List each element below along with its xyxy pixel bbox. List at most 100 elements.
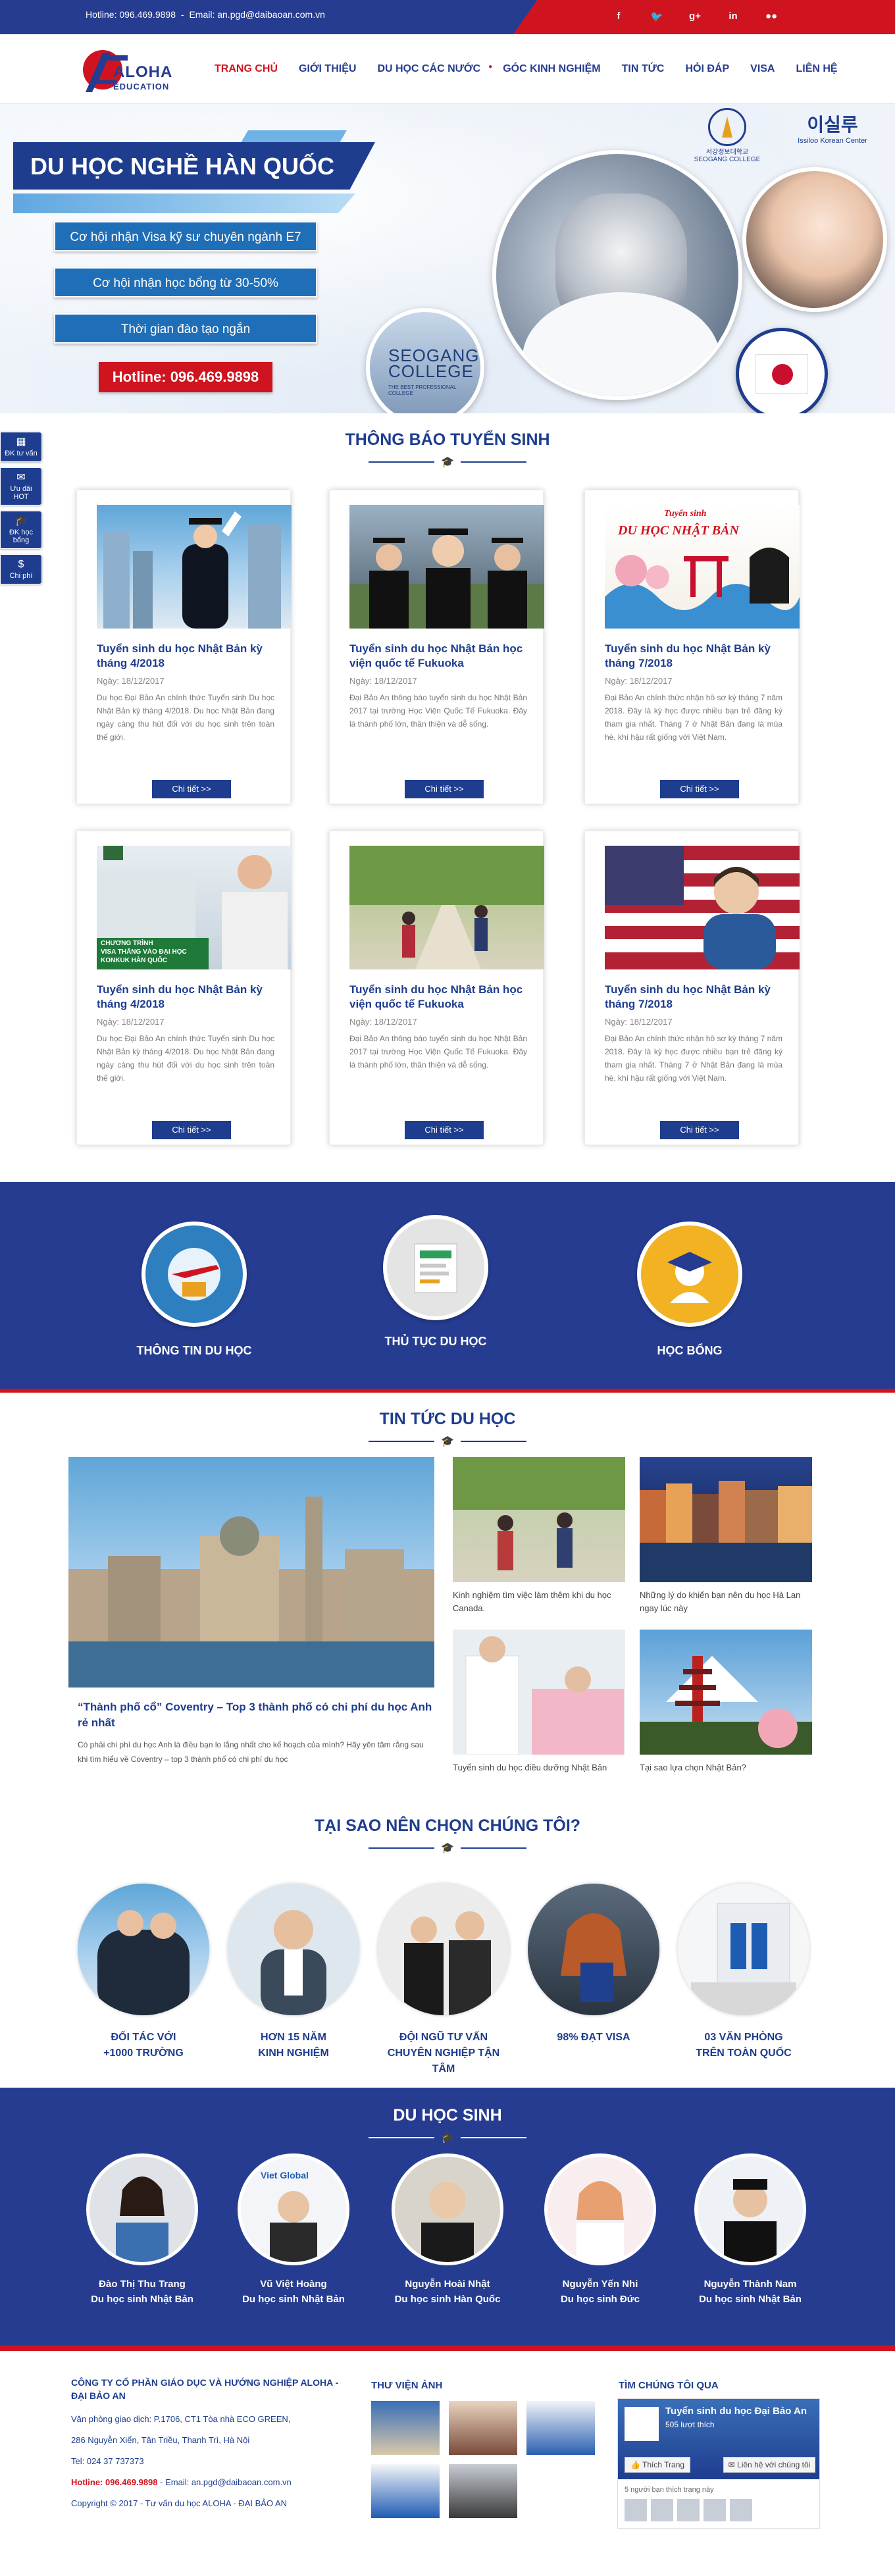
service-label-info[interactable]: THÔNG TIN DU HỌC — [109, 1344, 280, 1358]
admission-card[interactable]: CHƯƠNG TRÌNH VISA THẲNG VÀO ĐẠI HỌC KONK… — [76, 831, 292, 1145]
card-banner-text: CHƯƠNG TRÌNH VISA THẲNG VÀO ĐẠI HỌC KONK… — [101, 939, 187, 965]
hero-banner[interactable]: DU HỌC NGHỀ HÀN QUỐC Cơ hội nhận Visa kỹ… — [0, 104, 895, 413]
facebook-page-logo — [625, 2407, 659, 2441]
top-email[interactable]: Email: an.pgd@daibaoan.com.vn — [189, 9, 324, 20]
gallery-thumb[interactable] — [371, 2464, 440, 2518]
nav-news[interactable]: TIN TỨC — [611, 63, 675, 75]
card-more-button[interactable]: Chi tiết >> — [405, 780, 484, 798]
nav-experience[interactable]: GÓC KINH NGHIỆM — [492, 63, 611, 75]
facebook-like-button[interactable]: 👍 Thích Trang — [625, 2457, 690, 2473]
hero-point-1: Cơ hội nhận Visa kỹ sư chuyên ngành E7 — [54, 221, 317, 251]
facebook-widget[interactable]: Tuyển sinh du học Đại Bảo An 505 lượt th… — [617, 2398, 820, 2529]
gallery-thumb[interactable] — [449, 2401, 517, 2455]
google-plus-icon[interactable]: g+ — [688, 11, 702, 22]
admission-card[interactable]: Tuyển sinh du học Nhật Bản kỳ tháng 7/20… — [584, 831, 800, 1145]
hero-title-bar: DU HỌC NGHỀ HÀN QUỐC — [13, 142, 375, 190]
procedure-icon[interactable] — [383, 1215, 488, 1320]
student-photo — [694, 2153, 806, 2265]
hero-title: DU HỌC NGHỀ HÀN QUỐC — [30, 153, 335, 180]
news-item-title[interactable]: Những lý do khiến bạn nên du học Hà Lan … — [640, 1589, 812, 1615]
card-title[interactable]: Tuyển sinh du học Nhật Bản học viện quốc… — [349, 983, 527, 1012]
facebook-friend-faces — [625, 2499, 752, 2521]
news-title: TIN TỨC DU HỌC — [379, 1410, 516, 1428]
card-more-button[interactable]: Chi tiết >> — [660, 780, 739, 798]
card-more-button[interactable]: Chi tiết >> — [660, 1121, 739, 1139]
top-hotline[interactable]: Hotline: 096.469.9898 — [86, 9, 176, 20]
news-divider: 🎓 — [369, 1435, 526, 1448]
news-featured-title[interactable]: “Thành phố cổ” Coventry – Top 3 thành ph… — [78, 1699, 433, 1731]
nav-faq[interactable]: HỎI ĐÁP — [675, 63, 740, 75]
hero-hotline[interactable]: Hotline: 096.469.9898 — [99, 362, 272, 392]
card-title[interactable]: Tuyển sinh du học Nhật Bản học viện quốc… — [349, 642, 527, 671]
news-item[interactable]: Tuyển sinh du học điều dưỡng Nhật Bản — [453, 1630, 625, 1774]
card-desc: Đại Bảo An thông báo tuyển sinh du học N… — [349, 693, 527, 729]
footer-email[interactable]: - Email: an.pgd@daibaoan.com.vn — [158, 2477, 292, 2487]
news-featured-desc: Có phải chi phí du học Anh là điều bạn l… — [78, 1740, 424, 1764]
student-card[interactable]: Nguyễn Hoài Nhật Du học sinh Hàn Quốc — [382, 2153, 513, 2305]
news-item[interactable]: Kinh nghiệm tìm việc làm thêm khi du học… — [453, 1457, 625, 1615]
quick-scholarship-button[interactable]: 🎓 ĐK học bổng — [0, 511, 42, 549]
admission-title: THÔNG BÁO TUYỂN SINH — [345, 430, 550, 449]
card-title[interactable]: Tuyển sinh du học Nhật Bản kỳ tháng 4/20… — [97, 983, 274, 1012]
linkedin-icon[interactable]: in — [727, 11, 740, 22]
facebook-contact-button[interactable]: ✉ Liên hệ với chúng tôi — [723, 2457, 815, 2473]
news-item-title[interactable]: Tuyển sinh du học điều dưỡng Nhật Bản — [453, 1761, 625, 1774]
news-item-title[interactable]: Kinh nghiệm tìm việc làm thêm khi du học… — [453, 1589, 625, 1615]
card-title[interactable]: Tuyển sinh du học Nhật Bản kỳ tháng 7/20… — [605, 642, 782, 671]
site-logo[interactable]: ALOHA EDUCATION — [79, 41, 178, 97]
japan-pagoda-photo — [640, 1656, 812, 1755]
card-more-button[interactable]: Chi tiết >> — [405, 1121, 484, 1139]
issiloo-logo-text: Issiloo Korean Center — [798, 137, 867, 145]
footer: CÔNG TY CỔ PHẦN GIÁO DỤC VÀ HƯỚNG NGHIỆP… — [0, 2351, 895, 2576]
news-thumb — [640, 1630, 812, 1755]
card-more-button[interactable]: Chi tiết >> — [152, 1121, 231, 1139]
facebook-friends: 5 người bạn thích trang này — [625, 2486, 714, 2494]
nav-home[interactable]: TRANG CHỦ — [204, 63, 288, 75]
student-role: Du học sinh Đức — [560, 2294, 640, 2305]
admission-card[interactable]: Tuyển sinh du học Nhật Bản học viện quốc… — [329, 831, 544, 1145]
news-item-title[interactable]: Tại sao lựa chọn Nhật Bản? — [640, 1761, 812, 1774]
admission-card[interactable]: Tuyển sinh du học Nhật Bản kỳ tháng 4/20… — [76, 490, 292, 804]
footer-tel[interactable]: Tel: 024 37 737373 — [71, 2451, 347, 2472]
quick-offer-button[interactable]: ✉ Ưu đãi HOT — [0, 467, 42, 505]
nav-contact[interactable]: LIÊN HỆ — [785, 63, 848, 75]
service-label-procedure[interactable]: THỦ TỤC DU HỌC — [350, 1335, 521, 1349]
admission-card[interactable]: Tuyển sinh DU HỌC NHẬT BẢN Tuyển sinh du… — [584, 490, 800, 804]
service-label-scholarship[interactable]: HỌC BỔNG — [604, 1344, 775, 1358]
news-thumb — [640, 1457, 812, 1582]
student-card[interactable]: Đào Thị Thu Trang Du học sinh Nhật Bản — [76, 2153, 208, 2305]
nav-study-abroad[interactable]: DU HỌC CÁC NƯỚC — [367, 63, 491, 75]
card-title[interactable]: Tuyển sinh du học Nhật Bản kỳ tháng 4/20… — [97, 642, 274, 671]
quick-scholarship-label: ĐK học bổng — [9, 528, 34, 544]
graduate-photo — [103, 511, 281, 629]
twitter-icon[interactable]: 🐦 — [650, 11, 663, 22]
student-card[interactable]: Nguyễn Thành Nam Du học sinh Nhật Bản — [684, 2153, 816, 2305]
plane-globe-icon — [168, 1248, 220, 1301]
student-card[interactable]: Nguyễn Yến Nhi Du học sinh Đức — [534, 2153, 666, 2305]
nav-visa[interactable]: VISA — [740, 63, 785, 75]
coventry-city-photo — [68, 1497, 434, 1687]
card-date: Ngày: 18/12/2017 — [605, 676, 673, 686]
card-more-button[interactable]: Chi tiết >> — [152, 780, 231, 798]
why-photo — [678, 1884, 809, 2015]
quick-cost-button[interactable]: $ Chi phí — [0, 554, 42, 584]
news-item[interactable]: Những lý do khiến bạn nên du học Hà Lan … — [640, 1457, 812, 1615]
footer-hotline[interactable]: Hotline: 096.469.9898 — [71, 2477, 158, 2487]
study-info-icon[interactable] — [141, 1222, 247, 1327]
scholarship-icon[interactable] — [637, 1222, 742, 1327]
facebook-icon[interactable]: f — [612, 11, 625, 22]
admission-card[interactable]: Tuyển sinh du học Nhật Bản học viện quốc… — [329, 490, 544, 804]
news-item[interactable]: Tại sao lựa chọn Nhật Bản? — [640, 1630, 812, 1774]
japan-flag-icon — [755, 354, 808, 394]
news-featured-image[interactable] — [68, 1457, 434, 1687]
gallery-thumb[interactable] — [449, 2464, 517, 2518]
student-photo — [86, 2153, 198, 2265]
card-title[interactable]: Tuyển sinh du học Nhật Bản kỳ tháng 7/20… — [605, 983, 782, 1012]
nav-about[interactable]: GIỚI THIỆU — [288, 63, 367, 75]
gallery-thumb[interactable] — [371, 2401, 440, 2455]
flickr-icon[interactable]: ●● — [765, 11, 778, 22]
facebook-page-name[interactable]: Tuyển sinh du học Đại Bảo An — [665, 2406, 807, 2417]
gallery-thumb[interactable] — [526, 2401, 595, 2455]
student-image — [523, 292, 720, 396]
student-card[interactable]: Viet Global Vũ Việt Hoàng Du học sinh Nh… — [228, 2153, 359, 2305]
